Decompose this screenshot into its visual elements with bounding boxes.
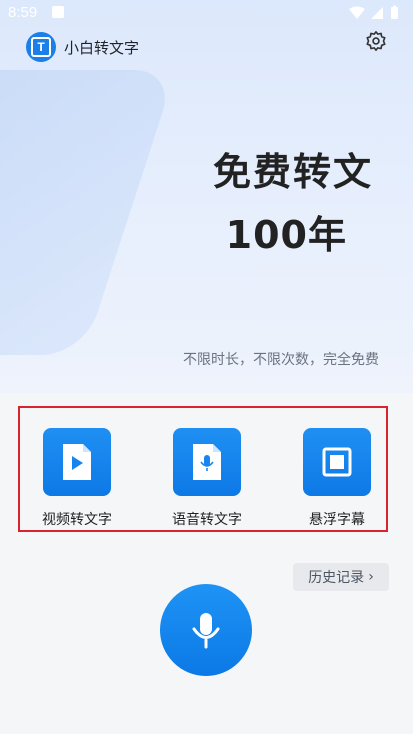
chevron-right-icon: › — [368, 569, 374, 585]
video-to-text-label: 视频转文字 — [42, 512, 112, 528]
status-icons — [347, 5, 403, 25]
promo-subtitle: 不限时长，不限次数，完全免费 — [183, 352, 379, 368]
audio-to-text-button[interactable]: 语音转文字 — [152, 428, 262, 529]
app-logo-icon: T — [26, 32, 56, 62]
status-time: 8:59 — [8, 4, 38, 21]
settings-gear-icon[interactable] — [365, 30, 387, 52]
video-to-text-button[interactable]: 视频转文字 — [22, 428, 132, 529]
app-title: 小白转文字 — [64, 38, 140, 57]
notification-icon — [52, 6, 64, 18]
decorative-shape — [0, 70, 177, 355]
audio-to-text-label: 语音转文字 — [172, 512, 242, 528]
feature-panel: 视频转文字 语音转文字 悬浮字幕 — [18, 406, 388, 532]
floating-subtitle-label: 悬浮字幕 — [309, 512, 365, 528]
status-bar: 8:59 — [0, 0, 413, 26]
promo-title-line1: 免费转文 — [212, 150, 373, 194]
floating-window-icon — [303, 428, 371, 496]
promo-title-line2: 100年 — [225, 213, 347, 257]
app-header: T 小白转文字 — [26, 32, 139, 62]
microphone-icon — [192, 613, 220, 649]
history-label: 历史记录 — [308, 570, 365, 586]
floating-subtitle-button[interactable]: 悬浮字幕 — [282, 428, 392, 529]
history-button[interactable]: 历史记录 › — [293, 563, 389, 591]
signal-battery-icon — [349, 5, 398, 19]
record-mic-button[interactable] — [160, 584, 252, 676]
video-file-play-icon — [43, 428, 111, 496]
audio-file-mic-icon — [173, 428, 241, 496]
